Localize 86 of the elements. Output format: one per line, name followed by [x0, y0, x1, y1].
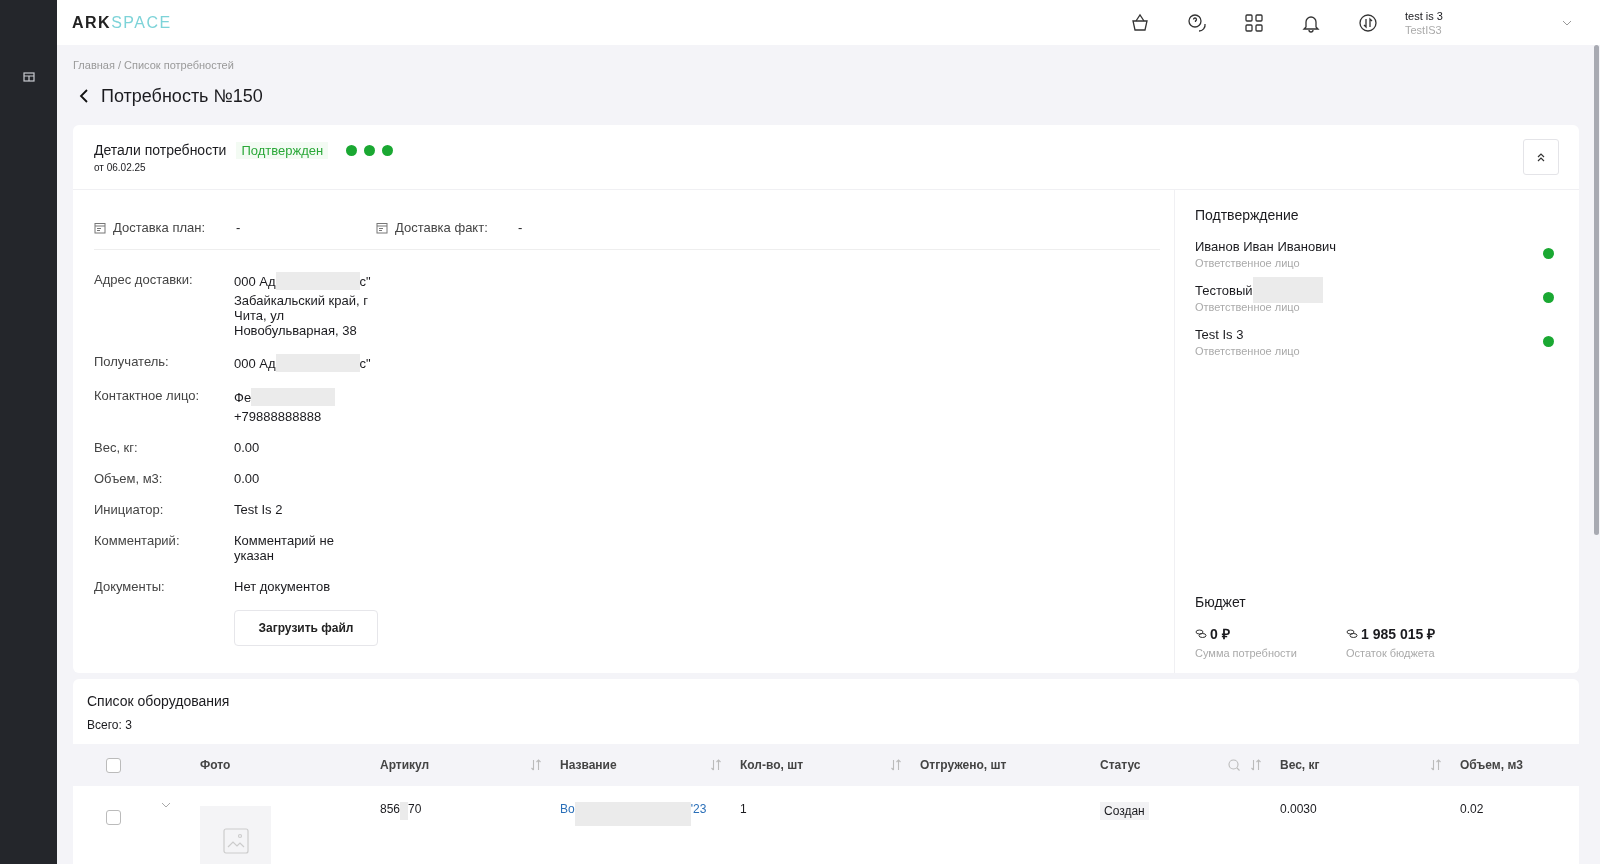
- section-title: Подтверждение: [1195, 207, 1300, 223]
- field-value: +79888888888: [234, 409, 322, 424]
- field-label: Доставка факт:: [395, 220, 489, 235]
- field-label: Вес, кг:: [94, 440, 139, 457]
- upload-file-button[interactable]: Загрузить файл: [234, 610, 378, 646]
- budget-label: Остаток бюджета: [1346, 647, 1436, 659]
- column-header: Артикул: [380, 758, 430, 772]
- budget-value: 1 985 015 ₽: [1361, 625, 1436, 643]
- approver-role: Ответственное лицо: [1195, 345, 1300, 357]
- table-icon[interactable]: [22, 71, 35, 83]
- table-cell: 70: [408, 802, 422, 816]
- total-count: Всего: 3: [86, 718, 133, 732]
- sort-icon[interactable]: [1250, 759, 1262, 771]
- field-label: Контактное лицо:: [94, 388, 201, 405]
- page-title: Потребность №150: [101, 85, 263, 107]
- exchange-icon[interactable]: [1358, 12, 1378, 33]
- field-value: 000 Ад: [234, 273, 276, 289]
- help-chat-icon[interactable]: [1187, 12, 1207, 33]
- approver-role: Ответственное лицо: [1195, 301, 1301, 313]
- field-value: с": [359, 273, 371, 289]
- field-value: 000 Ад: [234, 355, 276, 371]
- sort-icon[interactable]: [710, 759, 722, 771]
- back-icon[interactable]: [79, 89, 89, 103]
- basket-icon[interactable]: [1130, 12, 1150, 33]
- table-cell: 0.0030: [1280, 802, 1317, 816]
- user-name: test is 3: [1405, 9, 1444, 22]
- coins-icon: [1195, 628, 1207, 639]
- user-login: TestIS3: [1405, 23, 1443, 36]
- coins-icon: [1346, 628, 1358, 639]
- search-icon[interactable]: [1228, 759, 1240, 771]
- calendar-icon: [94, 221, 106, 234]
- field-value: 0.00: [234, 440, 260, 455]
- collapse-button[interactable]: [1523, 139, 1559, 175]
- column-header: Название: [560, 758, 617, 772]
- table-cell: 856: [380, 802, 401, 816]
- grid-icon[interactable]: [1244, 12, 1264, 33]
- approver-name: Тестовый: [1195, 282, 1253, 298]
- field-label: Комментарий:: [94, 533, 181, 550]
- checkbox[interactable]: [106, 810, 121, 825]
- double-chevron-up-icon: [1536, 152, 1546, 162]
- sort-icon[interactable]: [1430, 759, 1442, 771]
- status-tag: Создан: [1100, 802, 1149, 820]
- section-title: Бюджет: [1195, 594, 1247, 610]
- scrollbar[interactable]: [1594, 45, 1599, 535]
- logo[interactable]: ARKSPACE: [72, 13, 172, 32]
- calendar-icon: [376, 221, 388, 234]
- field-label: Получатель:: [94, 354, 170, 371]
- field-value: Test Is 2: [234, 502, 283, 517]
- approver-role: Ответственное лицо: [1195, 257, 1301, 269]
- field-value: Фе: [234, 389, 252, 405]
- item-link[interactable]: '23: [690, 802, 707, 816]
- field-label: Документы:: [94, 579, 166, 596]
- approver-name: Иванов Иван Иванович: [1195, 238, 1337, 254]
- table-cell: 1: [740, 802, 747, 816]
- checkbox[interactable]: [106, 757, 121, 773]
- field-value: с": [359, 355, 371, 371]
- sort-icon[interactable]: [890, 759, 902, 771]
- sort-icon[interactable]: [530, 759, 542, 771]
- column-header: Фото: [200, 758, 231, 772]
- field-label: Объем, м3:: [94, 471, 164, 488]
- column-header: Объем, м3: [1460, 758, 1523, 772]
- approver-name: Test Is 3: [1195, 326, 1244, 342]
- field-label: Адрес доставки:: [94, 272, 194, 289]
- image-icon: [222, 828, 249, 854]
- item-link[interactable]: Во: [560, 802, 575, 816]
- column-header: Кол-во, шт: [740, 758, 804, 772]
- field-value: -: [236, 220, 241, 235]
- card-title: Детали потребности: [94, 142, 227, 158]
- field-label: Доставка план:: [113, 220, 207, 235]
- chevron-icon[interactable]: [161, 802, 171, 808]
- budget-value: 0 ₽: [1210, 625, 1230, 643]
- field-value: 0.00: [234, 471, 260, 486]
- field-value: Забайкальский край, г Чита, ул Новобульварная, 38: [234, 293, 369, 338]
- field-value: Комментарий не указан: [234, 533, 335, 563]
- column-header: Статус: [1100, 758, 1141, 772]
- field-value: -: [518, 220, 523, 235]
- card-title: Список оборудования: [86, 693, 231, 709]
- card-date: от 06.02.25: [94, 161, 147, 173]
- table-cell: 0.02: [1460, 802, 1484, 816]
- column-header: Вес, кг: [1280, 758, 1320, 772]
- status-tag: Подтвержден: [236, 141, 329, 159]
- budget-label: Сумма потребности: [1195, 647, 1298, 659]
- column-header: Отгружено, шт: [920, 758, 1007, 772]
- field-value: Нет документов: [234, 579, 331, 594]
- field-label: Инициатор:: [94, 502, 165, 519]
- chevron-down-icon[interactable]: [1562, 19, 1572, 26]
